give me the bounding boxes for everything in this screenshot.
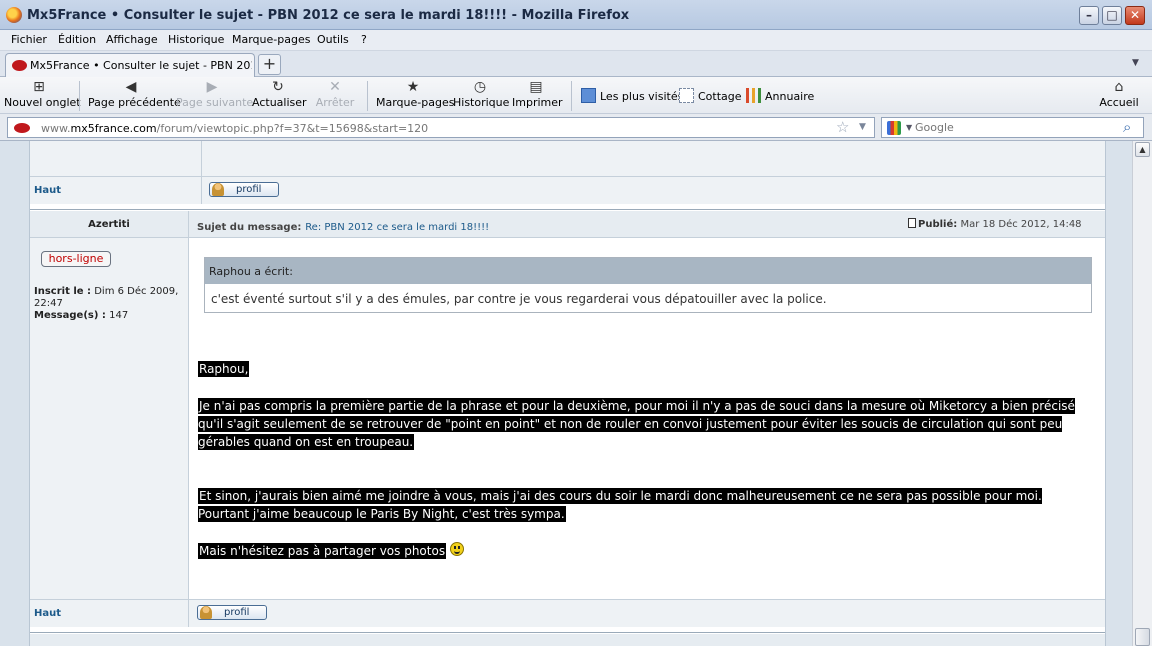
maximize-button[interactable]: □ <box>1102 6 1122 25</box>
forward-arrow-icon: ▶ <box>206 79 218 95</box>
bookmarks-button[interactable]: ★ Marque-pages <box>376 79 454 113</box>
engine-chevron-down-icon[interactable]: ▼ <box>906 123 912 132</box>
post-subject-link[interactable]: Re: PBN 2012 ce sera le mardi 18!!!! <box>305 222 489 233</box>
bookmark-star-icon: ★ <box>406 79 420 95</box>
site-identity-icon[interactable] <box>14 123 30 133</box>
printer-icon: ▤ <box>529 79 543 95</box>
navigation-toolbar: ⊞ Nouvel onglet ◀ Page précédente ▶ Page… <box>0 77 1152 114</box>
url-history-chevron-icon[interactable]: ▼ <box>859 122 866 132</box>
url-bar[interactable]: www.mx5france.com/forum/viewtopic.php?f=… <box>7 117 875 138</box>
home-button[interactable]: ⌂ Accueil <box>1099 79 1139 113</box>
prev-post-footer <box>30 177 1105 204</box>
post-footer <box>30 600 1105 627</box>
url-toolbar: www.mx5france.com/forum/viewtopic.php?f=… <box>0 114 1152 141</box>
profil-button[interactable]: profil <box>209 182 279 197</box>
tab-active[interactable]: Mx5France • Consulter le sujet - PBN 201… <box>5 53 255 77</box>
profil-button[interactable]: profil <box>197 605 267 620</box>
bookmark-most-visited[interactable]: Les plus visités <box>581 88 683 103</box>
page-viewport: Haut profil Azertiti Sujet du message: R… <box>0 141 1132 646</box>
column-divider <box>188 211 189 599</box>
haut-link[interactable]: Haut <box>34 185 61 196</box>
menu-bar: Fichier Édition Affichage Historique Mar… <box>0 30 1152 51</box>
menu-affichage[interactable]: Affichage <box>106 33 158 46</box>
search-input[interactable] <box>915 120 1115 135</box>
post-separator <box>30 209 1105 210</box>
quote-body: c'est éventé surtout s'il y a des émules… <box>211 292 827 306</box>
column-divider <box>201 141 202 204</box>
post-author[interactable]: Azertiti <box>30 219 188 230</box>
quote-block: Raphou a écrit: c'est éventé surtout s'i… <box>204 257 1092 313</box>
user-profile-icon <box>212 183 224 196</box>
reload-icon: ↻ <box>272 79 284 95</box>
close-button[interactable]: ✕ <box>1125 6 1145 25</box>
menu-marque-pages[interactable]: Marque-pages <box>232 33 310 46</box>
scroll-up-chevron-icon[interactable]: ▲ <box>1135 142 1150 157</box>
post-page-icon[interactable] <box>908 218 916 228</box>
prev-post-body-bottom <box>30 141 1105 176</box>
home-icon: ⌂ <box>1114 79 1124 95</box>
search-bar[interactable]: ▼ ⌕ <box>881 117 1144 138</box>
search-page-icon <box>581 88 596 103</box>
user-profile-icon <box>200 606 212 619</box>
post-paragraph: Et sinon, j'aurais bien aimé me joindre … <box>198 488 1042 522</box>
tab-strip: Mx5France • Consulter le sujet - PBN 201… <box>0 51 1152 77</box>
window-titlebar: Mx5France • Consulter le sujet - PBN 201… <box>0 0 1152 30</box>
next-post-header <box>30 634 1105 646</box>
annuaire-icon <box>746 88 761 103</box>
post-paragraph: Mais n'hésitez pas à partager vos photos <box>198 542 1078 560</box>
menu-edition[interactable]: Édition <box>58 33 96 46</box>
menu-historique[interactable]: Historique <box>168 33 224 46</box>
toolbar-separator <box>367 81 368 111</box>
toolbar-separator <box>571 81 572 111</box>
haut-link[interactable]: Haut <box>34 608 61 619</box>
smiley-icon <box>450 542 465 556</box>
post-subject: Sujet du message: Re: PBN 2012 ce sera l… <box>197 222 490 233</box>
menu-fichier[interactable]: Fichier <box>11 33 47 46</box>
bookmark-star-icon[interactable]: ☆ <box>836 118 849 136</box>
clock-icon: ◷ <box>473 79 487 95</box>
post-date: Publié: Mar 18 Déc 2012, 14:48 <box>908 218 1082 230</box>
scrollbar-thumb[interactable] <box>1135 628 1150 646</box>
status-badge: hors-ligne <box>41 251 111 267</box>
column-divider <box>188 600 189 627</box>
post-separator <box>30 632 1105 633</box>
search-icon[interactable]: ⌕ <box>1123 118 1131 136</box>
menu-help[interactable]: ? <box>361 33 367 46</box>
bookmark-annuaire[interactable]: Annuaire <box>746 88 814 103</box>
toolbar-separator <box>79 81 80 111</box>
history-button[interactable]: ◷ Historique <box>453 79 509 113</box>
tab-label: Mx5France • Consulter le sujet - PBN 201… <box>30 59 252 72</box>
new-tab-toolbar-button[interactable]: ⊞ Nouvel onglet <box>4 79 81 113</box>
firefox-icon <box>6 7 22 23</box>
forum-topic-table: Haut profil Azertiti Sujet du message: R… <box>29 141 1106 646</box>
stop-icon: ✕ <box>329 79 341 95</box>
mx5-favicon-icon <box>12 60 27 71</box>
page-scrollbar[interactable]: ▲ <box>1132 141 1152 646</box>
bookmark-cottage[interactable]: Cottage <box>679 88 742 103</box>
menu-outils[interactable]: Outils <box>317 33 349 46</box>
post-paragraph: Je n'ai pas compris la première partie d… <box>198 398 1075 450</box>
tab-list-chevron-icon[interactable]: ▼ <box>1132 58 1139 68</box>
stop-button[interactable]: ✕ Arrêter <box>312 79 358 113</box>
quote-header: Raphou a écrit: <box>205 258 1091 284</box>
print-button[interactable]: ▤ Imprimer <box>512 79 563 113</box>
google-engine-icon[interactable] <box>887 121 901 135</box>
post-paragraph: Raphou, <box>198 361 250 377</box>
blank-page-icon <box>679 88 694 103</box>
back-button[interactable]: ◀ Page précédente <box>88 79 181 113</box>
new-tab-icon: ⊞ <box>33 79 45 95</box>
user-info: Inscrit le : Dim 6 Déc 2009, 22:47 Messa… <box>34 286 179 321</box>
new-tab-button[interactable]: + <box>258 54 281 75</box>
back-arrow-icon: ◀ <box>125 79 137 95</box>
window-title: Mx5France • Consulter le sujet - PBN 201… <box>27 8 630 23</box>
forward-button[interactable]: ▶ Page suivante <box>176 79 253 113</box>
reload-button[interactable]: ↻ Actualiser <box>252 79 307 113</box>
minimize-button[interactable]: – <box>1079 6 1099 25</box>
url-text: www.mx5france.com/forum/viewtopic.php?f=… <box>41 122 429 135</box>
row-divider <box>30 237 1105 238</box>
